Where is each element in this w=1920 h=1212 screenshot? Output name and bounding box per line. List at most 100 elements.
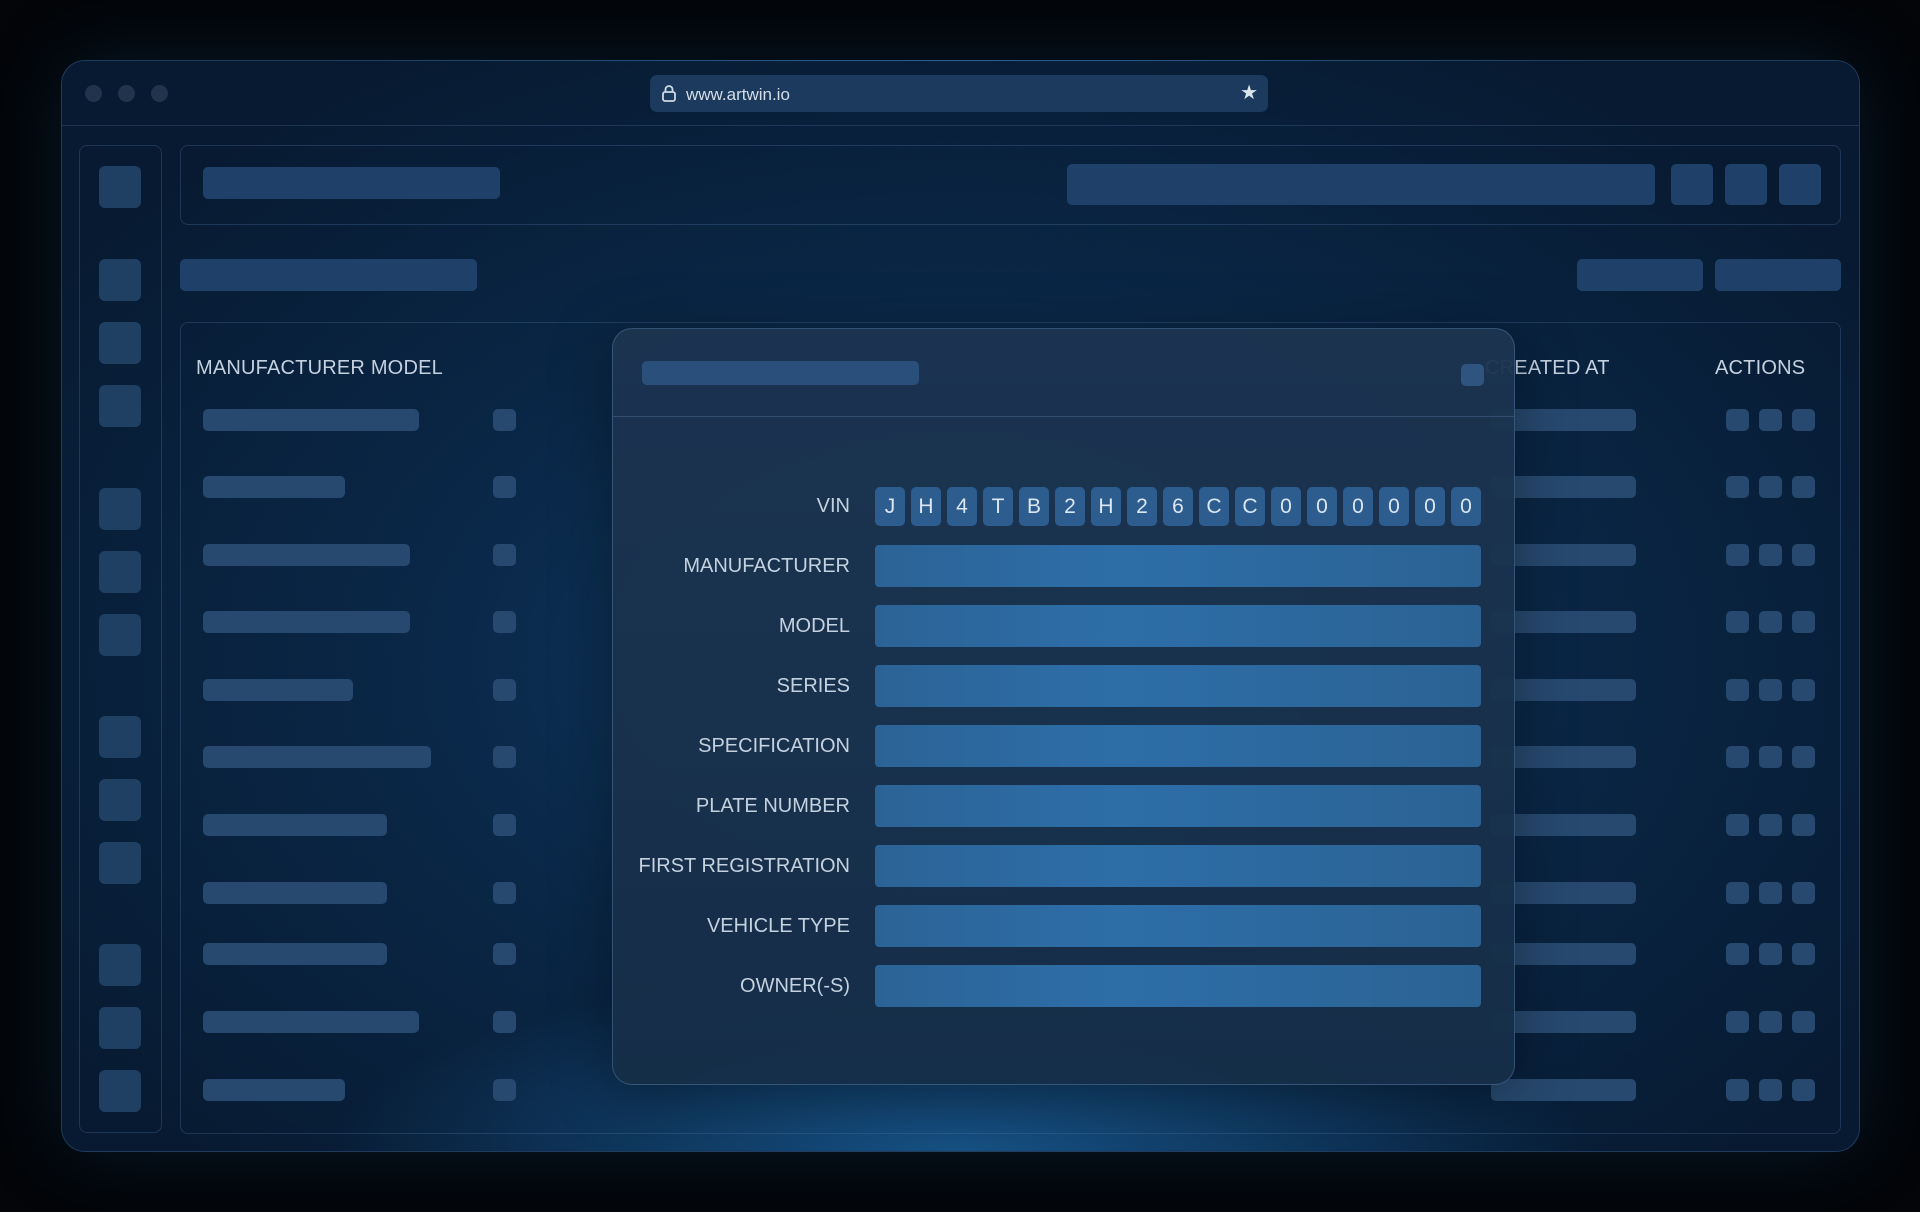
toolbar-button-2[interactable] [1715,259,1841,291]
vin-character-cell[interactable]: 4 [947,487,977,526]
header-button-1[interactable] [1671,164,1713,205]
row-action-button-3[interactable] [1792,746,1815,768]
manufacturer-model-placeholder [203,611,410,633]
specification-input[interactable] [875,725,1481,767]
close-icon[interactable] [1461,364,1484,386]
url-text[interactable]: www.artwin.io [686,85,790,105]
vin-character-cell[interactable]: T [983,487,1013,526]
row-action-button-3[interactable] [1792,611,1815,633]
maximize-window-dot[interactable] [151,85,168,102]
vin-character-cell[interactable]: 0 [1271,487,1301,526]
vin-character-cell[interactable]: B [1019,487,1049,526]
minimize-window-dot[interactable] [118,85,135,102]
vin-character-cell[interactable]: 2 [1127,487,1157,526]
sidebar-nav-button-10[interactable] [99,842,141,884]
header-button-2[interactable] [1725,164,1767,205]
header-search-placeholder[interactable] [1067,164,1655,205]
sidebar-nav-button-7[interactable] [99,614,141,656]
row-action-button-2[interactable] [1759,1011,1782,1033]
sidebar-nav-button-3[interactable] [99,322,141,364]
vin-character-cell[interactable]: J [875,487,905,526]
row-checkbox[interactable] [493,611,516,633]
vin-character-cell[interactable]: 2 [1055,487,1085,526]
row-action-button-3[interactable] [1792,814,1815,836]
page-title-placeholder [180,259,477,291]
row-action-button-2[interactable] [1759,409,1782,431]
row-action-button-3[interactable] [1792,409,1815,431]
column-header-manufacturer-model[interactable]: MANUFACTURER MODEL [196,357,443,380]
sidebar-nav-button-8[interactable] [99,716,141,758]
row-checkbox[interactable] [493,814,516,836]
row-action-button-3[interactable] [1792,1011,1815,1033]
row-checkbox[interactable] [493,679,516,701]
sidebar-nav-button-9[interactable] [99,779,141,821]
row-action-button-1[interactable] [1726,679,1749,701]
row-checkbox[interactable] [493,544,516,566]
sidebar-nav-button-6[interactable] [99,551,141,593]
vin-character-cell[interactable]: 6 [1163,487,1193,526]
row-action-button-1[interactable] [1726,943,1749,965]
row-action-button-2[interactable] [1759,814,1782,836]
row-checkbox[interactable] [493,882,516,904]
close-window-dot[interactable] [85,85,102,102]
row-action-button-2[interactable] [1759,679,1782,701]
row-checkbox[interactable] [493,476,516,498]
row-action-button-1[interactable] [1726,611,1749,633]
row-action-button-2[interactable] [1759,882,1782,904]
row-action-button-3[interactable] [1792,1079,1815,1101]
row-action-button-2[interactable] [1759,476,1782,498]
vin-character-cell[interactable]: 0 [1307,487,1337,526]
vehicle-type-label: VEHICLE TYPE [706,915,850,937]
vin-character-cell[interactable]: 0 [1415,487,1445,526]
row-checkbox[interactable] [493,1079,516,1101]
row-action-button-1[interactable] [1726,814,1749,836]
vehicle-type-input[interactable] [875,905,1481,947]
sidebar-nav-button-5[interactable] [99,488,141,530]
row-action-button-2[interactable] [1759,746,1782,768]
row-action-button-3[interactable] [1792,882,1815,904]
row-action-button-2[interactable] [1759,1079,1782,1101]
row-action-button-3[interactable] [1792,679,1815,701]
vin-character-cell[interactable]: 0 [1451,487,1481,526]
row-checkbox[interactable] [493,746,516,768]
row-action-button-1[interactable] [1726,476,1749,498]
series-input[interactable] [875,665,1481,707]
row-action-button-1[interactable] [1726,882,1749,904]
row-action-button-1[interactable] [1726,544,1749,566]
sidebar-nav-button-1[interactable] [99,166,141,208]
row-action-button-1[interactable] [1726,409,1749,431]
row-checkbox[interactable] [493,1011,516,1033]
row-action-button-1[interactable] [1726,1011,1749,1033]
row-action-button-1[interactable] [1726,746,1749,768]
sidebar-nav-button-11[interactable] [99,944,141,986]
toolbar-button-1[interactable] [1577,259,1703,291]
sidebar-nav-button-2[interactable] [99,259,141,301]
browser-window: www.artwin.io ★ MANUFACTURER MODEL CREAT… [61,60,1860,1152]
row-action-button-2[interactable] [1759,611,1782,633]
vin-character-cell[interactable]: C [1235,487,1265,526]
row-action-button-2[interactable] [1759,544,1782,566]
vin-character-cell[interactable]: C [1199,487,1229,526]
star-icon[interactable]: ★ [1240,81,1258,105]
row-action-button-3[interactable] [1792,476,1815,498]
vin-character-cell[interactable]: 0 [1379,487,1409,526]
model-input[interactable] [875,605,1481,647]
row-checkbox[interactable] [493,943,516,965]
sidebar-nav-button-4[interactable] [99,385,141,427]
row-action-button-1[interactable] [1726,1079,1749,1101]
vin-character-cell[interactable]: H [1091,487,1121,526]
row-action-button-2[interactable] [1759,943,1782,965]
address-bar[interactable]: www.artwin.io ★ [650,75,1268,112]
vin-character-cell[interactable]: H [911,487,941,526]
sidebar-nav-button-13[interactable] [99,1070,141,1112]
vin-character-cell[interactable]: 0 [1343,487,1373,526]
row-action-button-3[interactable] [1792,544,1815,566]
owner-s-input[interactable] [875,965,1481,1007]
plate-number-input[interactable] [875,785,1481,827]
header-button-3[interactable] [1779,164,1821,205]
first-registration-input[interactable] [875,845,1481,887]
row-action-button-3[interactable] [1792,943,1815,965]
sidebar-nav-button-12[interactable] [99,1007,141,1049]
row-checkbox[interactable] [493,409,516,431]
manufacturer-input[interactable] [875,545,1481,587]
